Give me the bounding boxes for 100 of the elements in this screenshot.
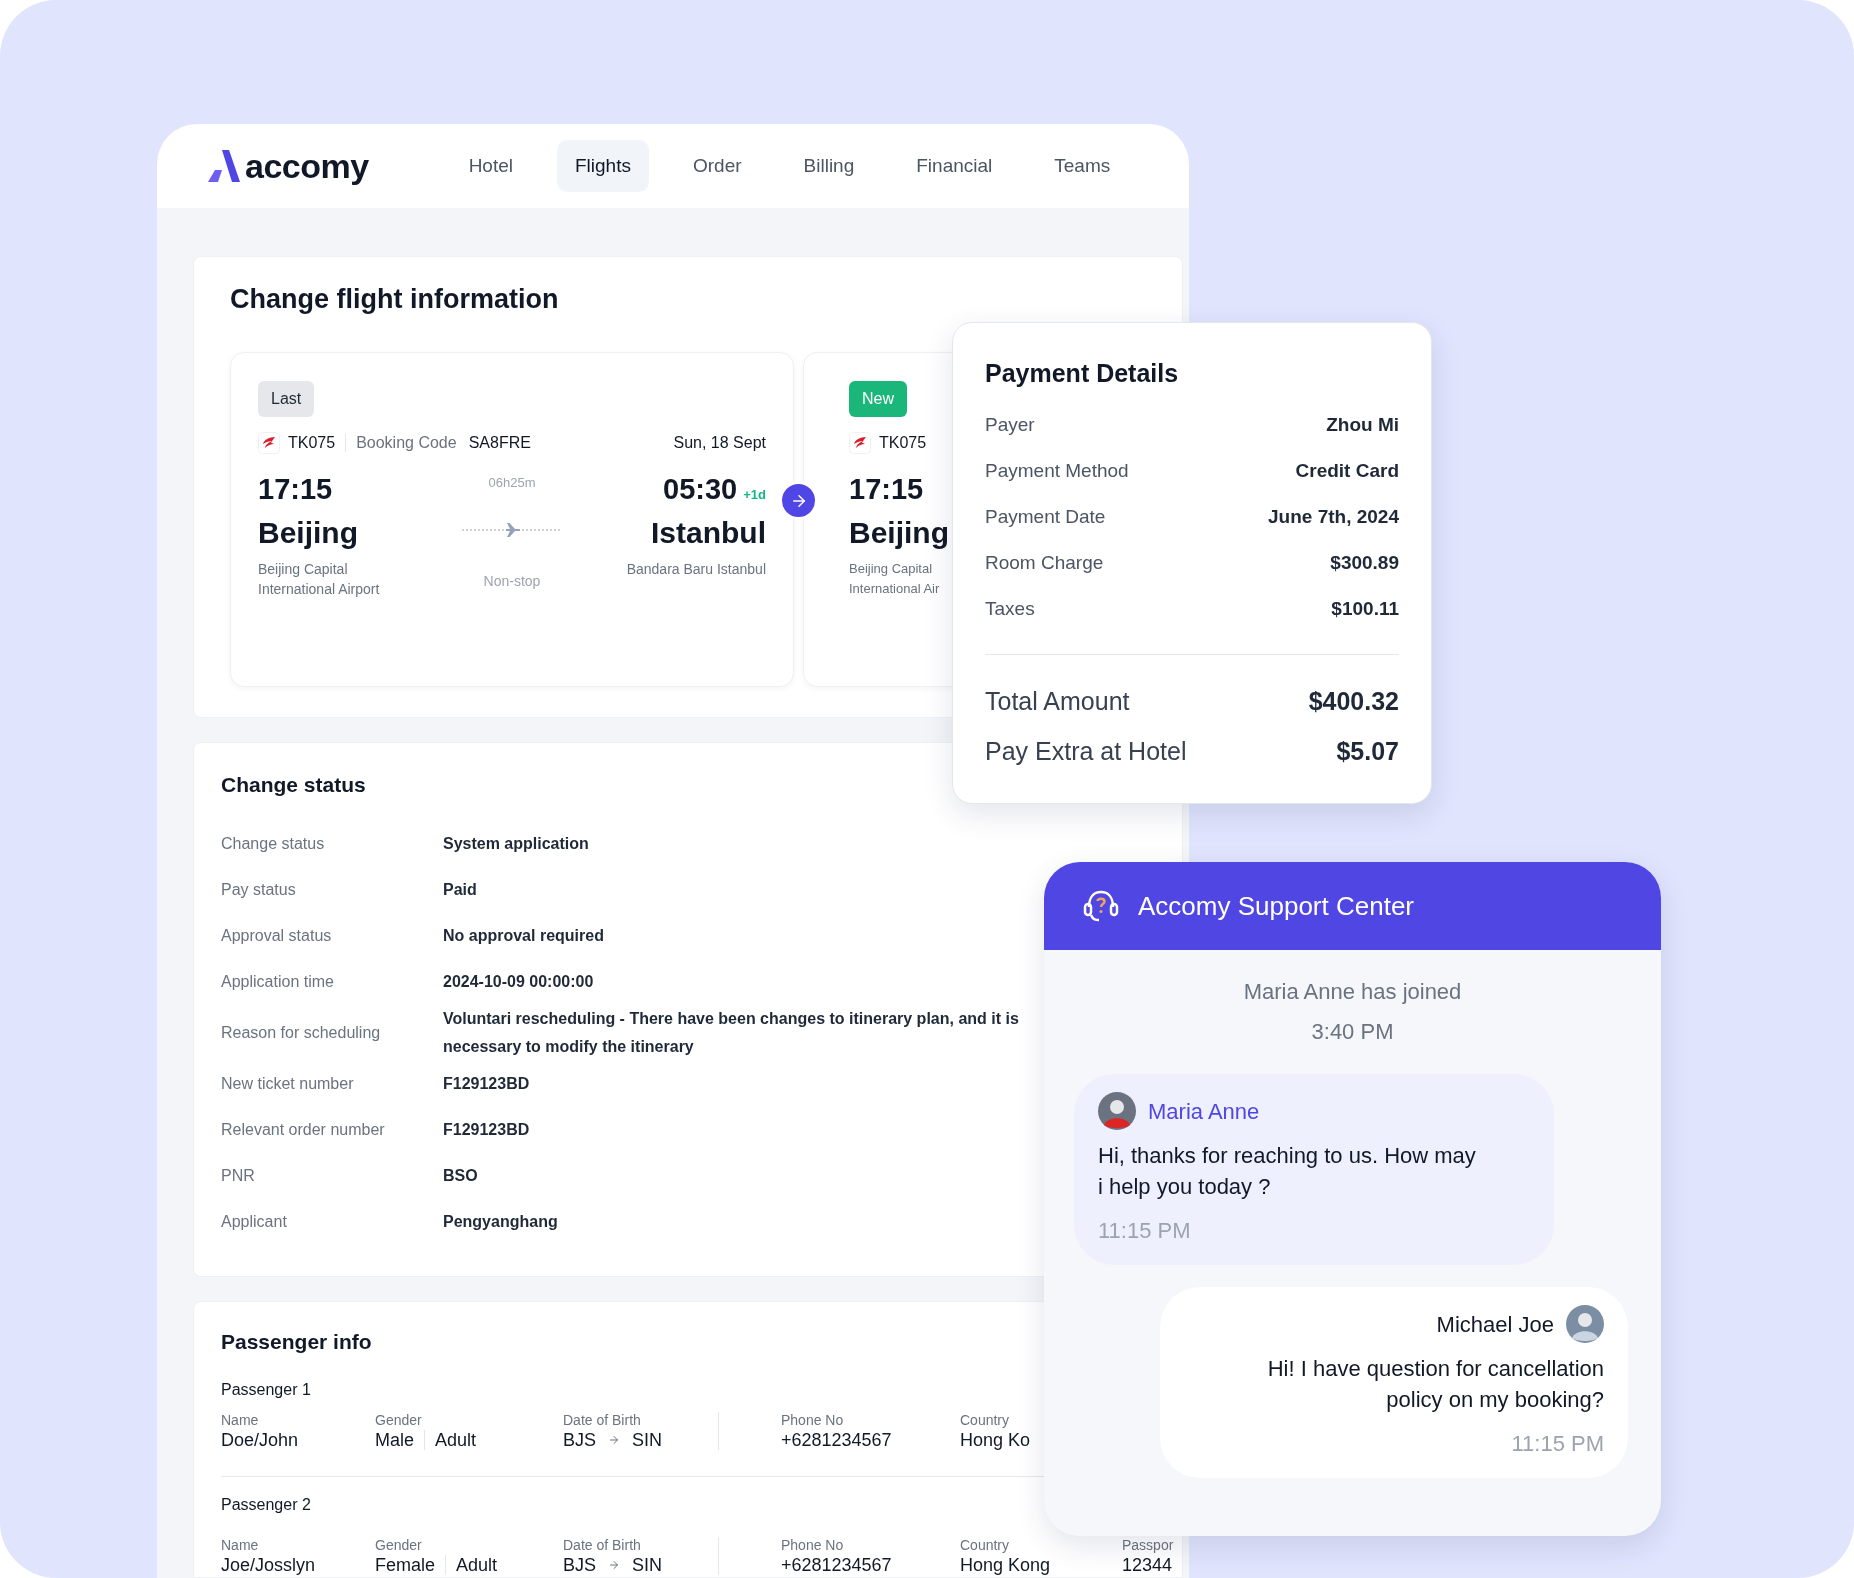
sender-name: Maria Anne: [1148, 1097, 1260, 1126]
departure-city: Beijing: [258, 515, 359, 551]
passenger-value: Female: [375, 1555, 436, 1575]
support-headset-icon: [1082, 889, 1120, 923]
passenger-value: Male: [375, 1430, 414, 1450]
sender-name: Michael Joe: [1436, 1310, 1554, 1339]
passenger-label: Gender: [375, 1412, 423, 1428]
status-value: F129123BD: [443, 1120, 531, 1140]
status-value: BSO: [443, 1166, 479, 1186]
nav-tab[interactable]: Teams: [1036, 140, 1129, 192]
departure-time: 17:15: [849, 472, 924, 507]
departure-time: 17:15: [258, 472, 334, 507]
departure-airport: Beijing Capital International Air: [849, 560, 941, 598]
booking-code-label: Booking Code: [356, 433, 457, 453]
page-title: Change flight information: [230, 283, 560, 316]
passenger-value: Adult: [456, 1555, 498, 1575]
passenger-label: Date of Birth: [563, 1537, 642, 1553]
payment-value: $300.89: [1330, 550, 1399, 575]
passenger-value: SIN: [632, 1430, 663, 1450]
passenger-label: Passpor: [1122, 1537, 1175, 1553]
status-value: Pengyanghang: [443, 1212, 559, 1232]
total-value: $400.32: [1308, 686, 1399, 718]
payment-value: Zhou Mi: [1326, 412, 1399, 437]
arrival-city: Istanbul: [651, 515, 766, 551]
status-label: Change status: [221, 834, 326, 854]
passenger-label: Country: [960, 1537, 1011, 1553]
passenger-label: Phone No: [781, 1412, 845, 1428]
payment-label: Payment Date: [985, 504, 1106, 529]
status-value: F129123BD: [443, 1074, 531, 1094]
status-value: 2024-10-09 00:00:00: [443, 972, 595, 992]
passenger-value: Adult: [435, 1430, 477, 1450]
section-title: Passenger info: [221, 1329, 373, 1355]
passenger-label: Country: [960, 1412, 1011, 1428]
message-text: Hi! I have question for cancellation policy on my booking?: [1266, 1355, 1604, 1414]
status-label: New ticket number: [221, 1074, 355, 1094]
payment-label: Taxes: [985, 596, 1035, 621]
arrow-right-icon: [608, 1559, 620, 1571]
flight-badge: Last: [258, 381, 315, 417]
nav-tab[interactable]: Billing: [785, 140, 873, 192]
nav-tab[interactable]: Flights: [557, 140, 649, 192]
passenger-value: SIN: [632, 1555, 663, 1575]
payment-value: June 7th, 2024: [1268, 504, 1399, 529]
flight-number: TK075: [879, 433, 927, 453]
passenger-value: +6281234567: [781, 1430, 892, 1450]
departure-city: Beijing: [849, 515, 949, 551]
status-label: Reason for scheduling: [221, 1023, 382, 1043]
payment-label: Room Charge: [985, 550, 1104, 575]
flight-badge: New: [849, 381, 907, 417]
arrival-time: 05:30: [663, 472, 738, 507]
passenger-value: +6281234567: [781, 1555, 892, 1575]
total-value: $5.07: [1336, 736, 1399, 768]
booking-code: SA8FRE: [468, 433, 531, 453]
payment-value: $100.11: [1331, 596, 1399, 621]
passenger-value: BJS: [563, 1430, 596, 1450]
passenger-value: Hong Kong: [960, 1555, 1051, 1575]
status-value: System application: [443, 834, 590, 854]
passenger-value: 12344: [1122, 1555, 1173, 1575]
passenger-title: Passenger 2: [221, 1495, 312, 1515]
passenger-label: Name: [221, 1537, 260, 1553]
payment-label: Payer: [985, 412, 1035, 437]
flight-stops: Non-stop: [483, 571, 541, 591]
brand-logo-icon: [205, 148, 241, 184]
chat-title: Accomy Support Center: [1138, 889, 1414, 923]
arrow-right-icon: [608, 1434, 620, 1446]
status-value: Voluntari rescheduling - There have been changes to itinerary plan, and it is necessary to modify the itinerary: [443, 1009, 1020, 1057]
status-label: Relevant order number: [221, 1120, 386, 1140]
passenger-value: Joe/Josslyn: [221, 1555, 316, 1575]
total-label: Pay Extra at Hotel: [985, 736, 1187, 768]
brand-name: accomy: [245, 145, 369, 187]
system-message: Maria Anne has joined: [1243, 978, 1462, 1006]
airline-logo-icon: [258, 432, 280, 454]
system-time: 3:40 PM: [1311, 1018, 1394, 1046]
passenger-value: BJS: [563, 1555, 596, 1575]
status-value: Paid: [443, 880, 478, 900]
message-time: 11:15 PM: [1511, 1430, 1604, 1458]
passenger-label: Gender: [375, 1537, 423, 1553]
payment-value: Credit Card: [1295, 458, 1399, 483]
passenger-title: Passenger 1: [221, 1380, 312, 1400]
departure-airport: Beijing Capital International Airport: [258, 560, 381, 599]
flight-duration: 06h25m: [488, 474, 536, 492]
total-label: Total Amount: [985, 686, 1130, 718]
status-label: Applicant: [221, 1212, 288, 1232]
arrival-airport: Bandara Baru Istanbul: [626, 560, 766, 579]
section-title: Change status: [221, 772, 367, 798]
status-value: No approval required: [443, 926, 605, 946]
nav-tab[interactable]: Order: [674, 140, 760, 192]
nav-tab[interactable]: Financial: [898, 140, 1011, 192]
passenger-label: Name: [221, 1412, 260, 1428]
card-title: Payment Details: [985, 358, 1180, 389]
nav-tab[interactable]: Hotel: [450, 140, 531, 192]
passenger-value: Hong Ko: [960, 1430, 1031, 1450]
status-label: PNR: [221, 1166, 256, 1186]
message-text: Hi, thanks for reaching to us. How may i help you today ?: [1098, 1142, 1477, 1201]
message-time: 11:15 PM: [1098, 1217, 1192, 1245]
status-label: Approval status: [221, 926, 333, 946]
passenger-label: Phone No: [781, 1537, 845, 1553]
passenger-label: Date of Birth: [563, 1412, 642, 1428]
avatar-icon: [1566, 1305, 1604, 1343]
airline-logo-icon: [849, 432, 871, 454]
flight-date: Sun, 18 Sept: [673, 433, 766, 453]
